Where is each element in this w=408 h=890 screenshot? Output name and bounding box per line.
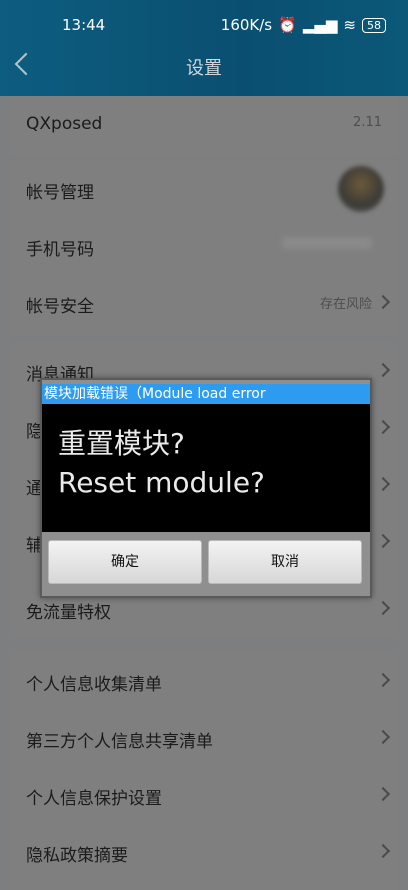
row-phone[interactable]: 手机号码 xyxy=(10,217,398,273)
network-speed: 160K/s xyxy=(220,16,273,34)
phone-value-blurred xyxy=(282,237,372,249)
dialog-message: 重置模块? Reset module? xyxy=(42,404,370,532)
row-third-party-list[interactable]: 第三方个人信息共享清单 xyxy=(10,709,398,765)
alarm-icon: ⏰ xyxy=(278,16,297,34)
row-privacy-summary[interactable]: 隐私政策摘要 xyxy=(10,823,398,879)
row-account-security[interactable]: 帐号安全 存在风险 xyxy=(10,274,398,330)
app-header: 13:44 160K/s ⏰ ▂▄▆ ≋ 58 设置 xyxy=(0,0,408,96)
chevron-right-icon xyxy=(375,476,391,492)
status-bar: 13:44 160K/s ⏰ ▂▄▆ ≋ 58 xyxy=(0,14,408,38)
settings-group-app: QXposed 2.11 xyxy=(10,96,398,156)
settings-group-privacy: 个人信息收集清单 第三方个人信息共享清单 个人信息保护设置 隐私政策摘要 xyxy=(10,650,398,890)
row-label: 免流量特权 xyxy=(26,603,111,623)
chevron-right-icon xyxy=(375,729,391,745)
row-label: 个人信息收集清单 xyxy=(26,675,162,695)
chevron-right-icon xyxy=(375,600,391,616)
row-value: 2.11 xyxy=(353,115,382,130)
wifi-icon: ≋ xyxy=(343,16,356,34)
row-value: 存在风险 xyxy=(319,297,372,312)
chevron-right-icon xyxy=(375,843,391,859)
chevron-right-icon xyxy=(375,533,391,549)
dialog-title: 模块加载错误（Module load error xyxy=(42,384,370,404)
chevron-right-icon xyxy=(375,419,391,435)
status-icons: 160K/s ⏰ ▂▄▆ ≋ 58 xyxy=(221,16,386,34)
row-label: QXposed xyxy=(26,114,103,134)
row-qxposed[interactable]: QXposed 2.11 xyxy=(10,96,398,152)
battery-icon: 58 xyxy=(362,17,386,33)
signal-icon: ▂▄▆ xyxy=(302,16,338,34)
row-label: 帐号管理 xyxy=(26,183,94,203)
chevron-right-icon xyxy=(375,786,391,802)
dialog-message-line2: Reset module? xyxy=(58,466,265,499)
row-label: 隐私政策摘要 xyxy=(26,846,128,866)
row-account-manage[interactable]: 帐号管理 xyxy=(10,160,398,216)
status-time: 13:44 xyxy=(62,16,106,34)
chevron-right-icon xyxy=(375,362,391,378)
row-label: 帐号安全 xyxy=(26,297,94,317)
row-personal-info-protect[interactable]: 个人信息保护设置 xyxy=(10,766,398,822)
avatar xyxy=(338,166,384,212)
ok-button[interactable]: 确定 xyxy=(48,540,202,584)
settings-group-account: 帐号管理 手机号码 帐号安全 存在风险 xyxy=(10,160,398,336)
row-label: 个人信息保护设置 xyxy=(26,789,162,809)
chevron-right-icon xyxy=(375,672,391,688)
chevron-right-icon xyxy=(375,294,391,310)
row-label: 手机号码 xyxy=(26,240,94,260)
row-label: 第三方个人信息共享清单 xyxy=(26,732,213,752)
cancel-button[interactable]: 取消 xyxy=(208,540,362,584)
page-title: 设置 xyxy=(186,58,222,79)
row-personal-info-list[interactable]: 个人信息收集清单 xyxy=(10,652,398,708)
reset-module-dialog: 模块加载错误（Module load error 重置模块? Reset mod… xyxy=(40,378,372,598)
dialog-message-line1: 重置模块? xyxy=(58,427,185,460)
